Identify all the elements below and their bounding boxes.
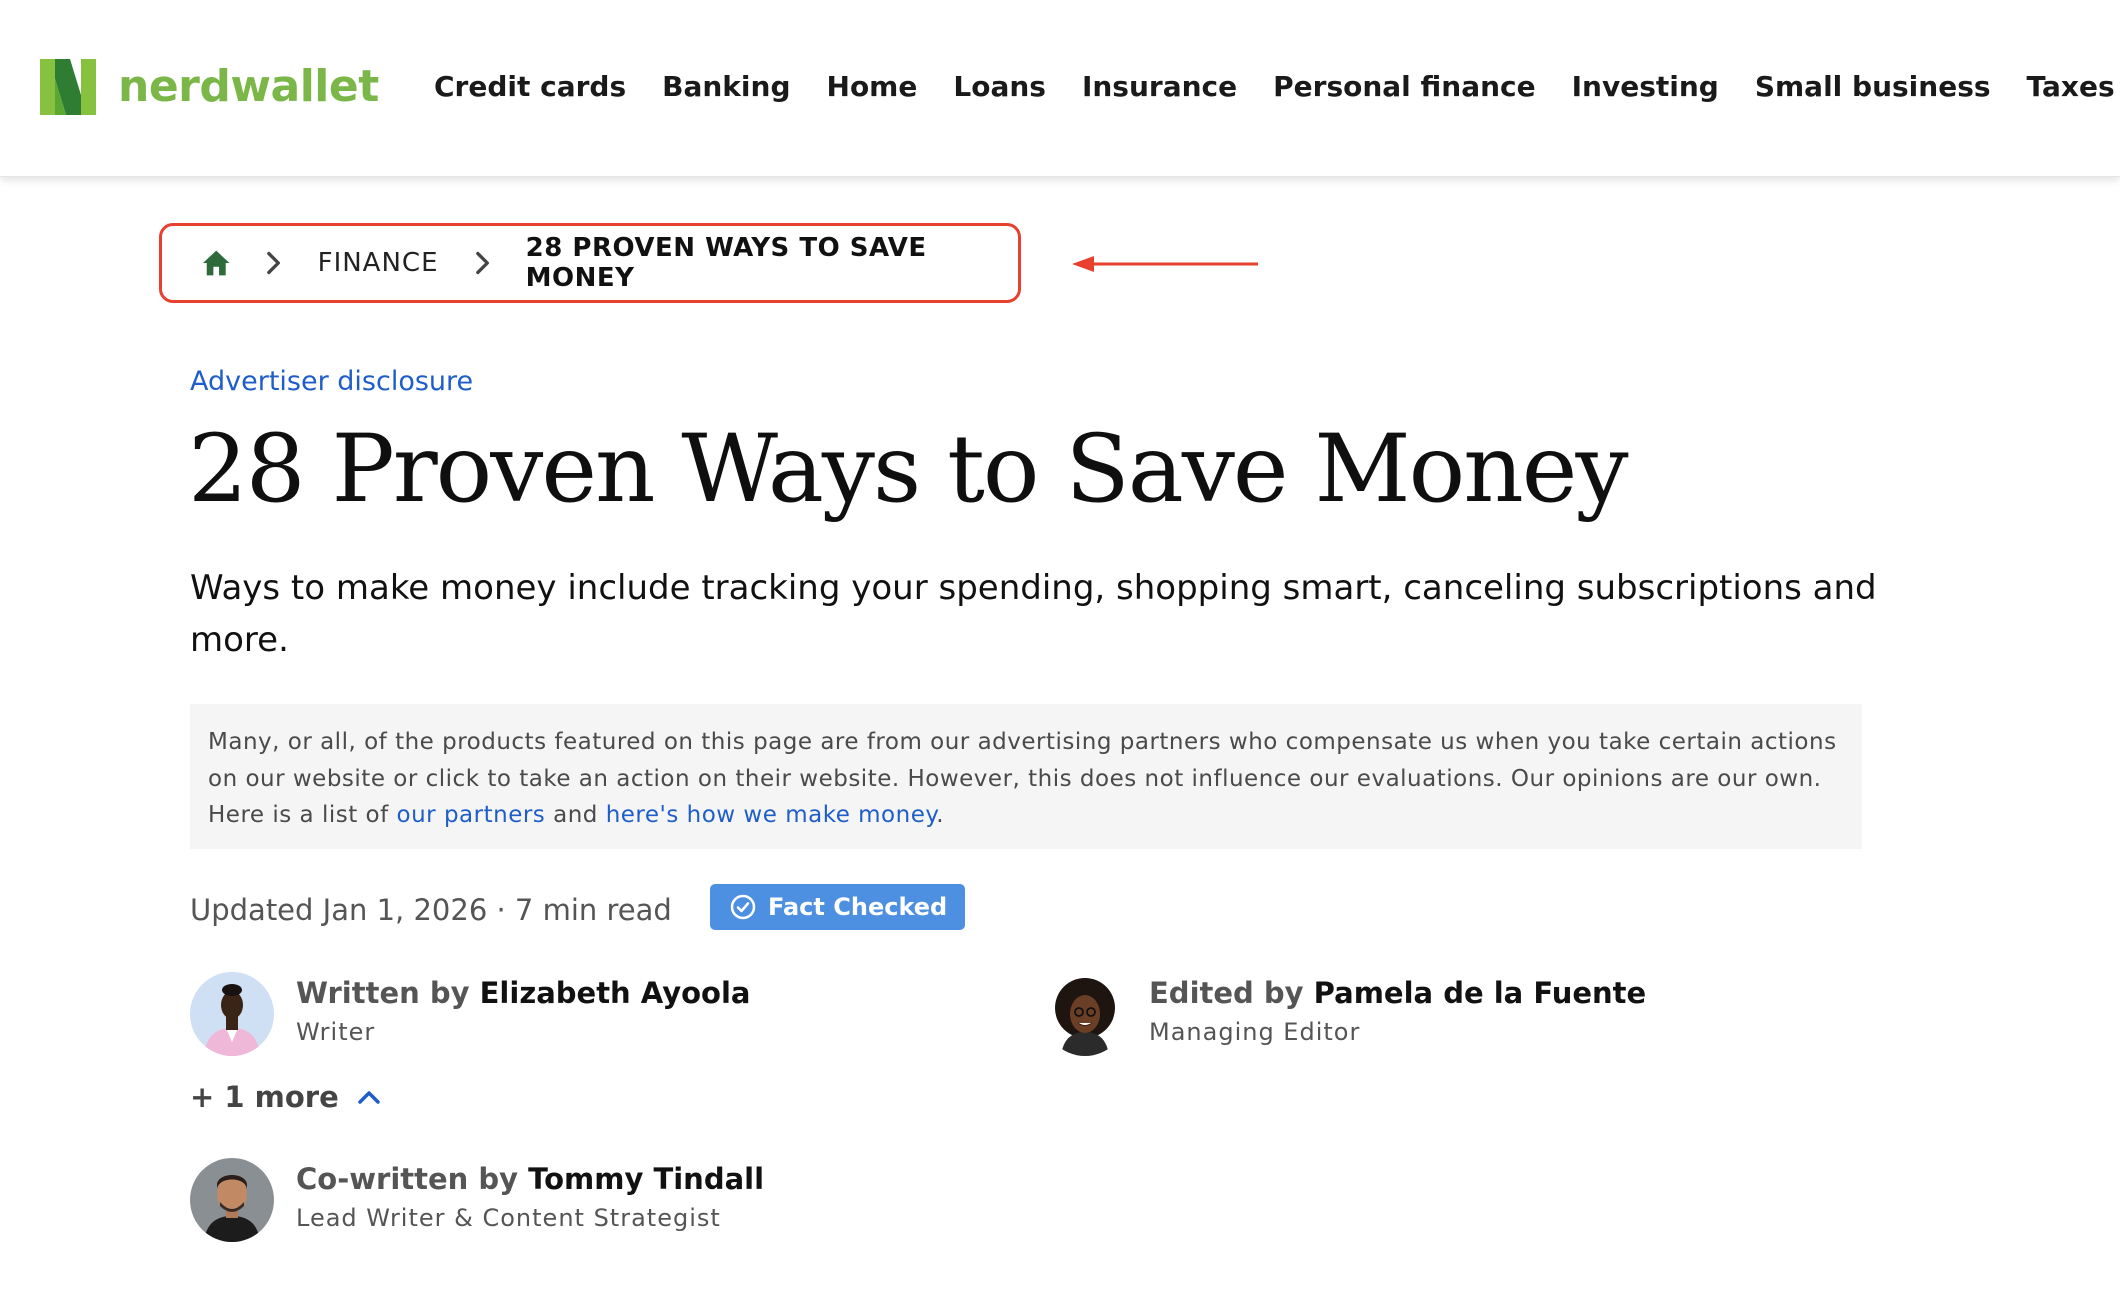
author-cowriter: Co-written by Tommy Tindall Lead Writer … — [190, 1158, 764, 1242]
cowriter-name[interactable]: Tommy Tindall — [528, 1162, 764, 1196]
annotation-arrow-icon — [1072, 256, 1258, 272]
nav-item-credit-cards[interactable]: Credit cards — [434, 70, 626, 103]
nav-item-home[interactable]: Home — [827, 70, 918, 103]
chevron-up-icon — [358, 1091, 380, 1104]
editor-byline: Edited by Pamela de la Fuente — [1149, 976, 1647, 1010]
article-subtitle: Ways to make money include tracking your… — [190, 568, 1877, 660]
avatar[interactable] — [190, 1158, 274, 1242]
more-authors-label: + 1 more — [190, 1080, 339, 1114]
cowriter-role: Lead Writer & Content Strategist — [296, 1204, 721, 1232]
author-writer: Written by Elizabeth Ayoola Writer — [190, 972, 750, 1056]
nav-item-small-business[interactable]: Small business — [1755, 70, 1991, 103]
writer-byline: Written by Elizabeth Ayoola — [296, 976, 751, 1010]
chevron-right-icon — [475, 251, 489, 275]
avatar[interactable] — [1043, 972, 1127, 1056]
home-icon[interactable] — [202, 249, 230, 277]
breadcrumb-current: 28 PROVEN WAYS TO SAVE MONEY — [525, 233, 927, 293]
main-nav: Credit cards Banking Home Loans Insuranc… — [434, 70, 2115, 103]
disclaimer-box: Many, or all, of the products featured o… — [190, 704, 1862, 849]
editor-role: Managing Editor — [1149, 1018, 1361, 1046]
author-editor: Edited by Pamela de la Fuente Managing E… — [1043, 972, 1646, 1056]
writer-role: Writer — [296, 1018, 376, 1046]
nav-item-investing[interactable]: Investing — [1572, 70, 1719, 103]
nav-item-insurance[interactable]: Insurance — [1082, 70, 1237, 103]
nav-item-taxes[interactable]: Taxes — [2027, 70, 2115, 103]
fact-checked-badge[interactable]: Fact Checked — [710, 884, 966, 930]
nerdwallet-logo[interactable]: nerdwallet — [40, 58, 379, 116]
editor-name[interactable]: Pamela de la Fuente — [1314, 976, 1647, 1010]
fact-checked-label: Fact Checked — [768, 893, 948, 921]
more-authors-toggle[interactable]: + 1 more — [190, 1080, 381, 1114]
chevron-right-icon — [267, 251, 281, 275]
site-header: nerdwallet Credit cards Banking Home Loa… — [0, 0, 2120, 177]
avatar[interactable] — [190, 972, 274, 1056]
check-circle-icon — [730, 894, 756, 920]
breadcrumb-finance[interactable]: FINANCE — [318, 248, 439, 278]
advertiser-disclosure-link[interactable]: Advertiser disclosure — [190, 366, 473, 397]
nerdwallet-logo-icon — [40, 59, 96, 115]
logo-wordmark: nerdwallet — [118, 61, 379, 112]
cowriter-byline: Co-written by Tommy Tindall — [296, 1162, 765, 1196]
how-we-make-money-link[interactable]: here's how we make money — [606, 802, 937, 828]
disclaimer-period: . — [936, 802, 945, 828]
our-partners-link[interactable]: our partners — [397, 802, 546, 828]
disclaimer-and: and — [545, 802, 606, 828]
article-meta: Updated Jan 1, 2026 · 7 min read — [190, 893, 672, 927]
nav-item-loans[interactable]: Loans — [953, 70, 1046, 103]
page-title: 28 Proven Ways to Save Money — [188, 415, 1629, 524]
breadcrumb: FINANCE 28 PROVEN WAYS TO SAVE MONEY — [159, 223, 1021, 303]
nav-item-personal-finance[interactable]: Personal finance — [1273, 70, 1536, 103]
nav-item-banking[interactable]: Banking — [662, 70, 790, 103]
writer-name[interactable]: Elizabeth Ayoola — [480, 976, 751, 1010]
